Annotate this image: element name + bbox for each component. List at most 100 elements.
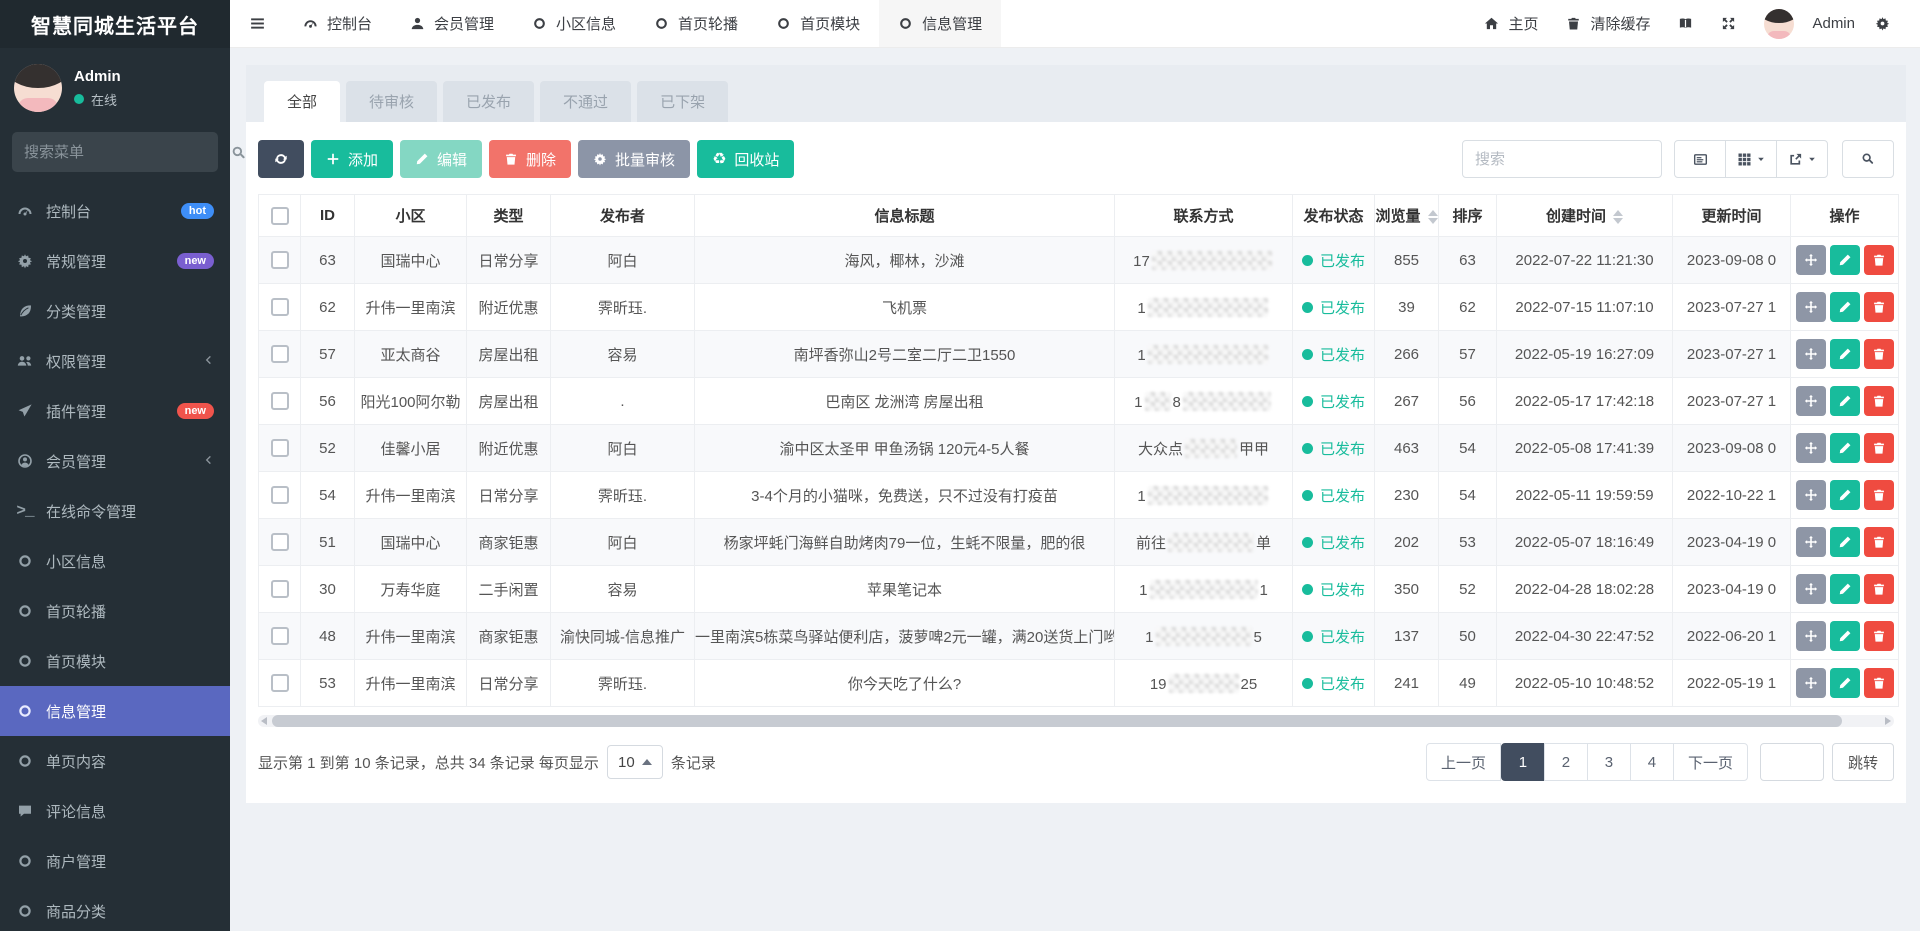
- jump-button[interactable]: 跳转: [1832, 743, 1894, 781]
- next-page-button[interactable]: 下一页: [1673, 743, 1748, 781]
- row-checkbox[interactable]: [271, 298, 289, 316]
- topnav-item-0[interactable]: 控制台: [284, 0, 391, 47]
- sidebar-item-9[interactable]: 首页模块: [0, 636, 230, 686]
- tab-1[interactable]: 待审核: [346, 81, 437, 122]
- page-button-4[interactable]: 4: [1630, 743, 1674, 781]
- delete-row-button[interactable]: [1864, 480, 1894, 510]
- scrollbar-thumb[interactable]: [272, 715, 1842, 727]
- tab-2[interactable]: 已发布: [443, 81, 534, 122]
- tab-0[interactable]: 全部: [264, 81, 340, 122]
- edit-row-button[interactable]: [1830, 527, 1860, 557]
- sidebar-item-14[interactable]: 商品分类: [0, 886, 230, 931]
- sidebar-item-7[interactable]: 小区信息: [0, 536, 230, 586]
- delete-row-button[interactable]: [1864, 433, 1894, 463]
- col-header-浏览量[interactable]: 浏览量: [1375, 195, 1439, 237]
- prev-page-button[interactable]: 上一页: [1426, 743, 1501, 781]
- table-search-input[interactable]: [1462, 140, 1662, 178]
- home-link[interactable]: 主页: [1470, 13, 1552, 34]
- row-checkbox[interactable]: [271, 251, 289, 269]
- row-checkbox[interactable]: [271, 486, 289, 504]
- edit-row-button[interactable]: [1830, 339, 1860, 369]
- edit-row-button[interactable]: [1830, 621, 1860, 651]
- sidebar-item-13[interactable]: 商户管理: [0, 836, 230, 886]
- topnav-item-1[interactable]: 会员管理: [391, 0, 513, 47]
- sort-icon[interactable]: [1428, 210, 1438, 224]
- sidebar-item-0[interactable]: 控制台hot: [0, 186, 230, 236]
- move-row-button[interactable]: [1796, 339, 1826, 369]
- batch-review-button[interactable]: 批量审核: [578, 140, 690, 178]
- tab-4[interactable]: 已下架: [637, 81, 728, 122]
- sidebar-item-12[interactable]: 评论信息: [0, 786, 230, 836]
- page-button-1[interactable]: 1: [1501, 743, 1545, 781]
- sidebar-item-2[interactable]: 分类管理: [0, 286, 230, 336]
- sidebar-item-1[interactable]: 常规管理new: [0, 236, 230, 286]
- delete-row-button[interactable]: [1864, 339, 1894, 369]
- col-header-checkbox[interactable]: [259, 195, 301, 237]
- sidebar-item-6[interactable]: >_在线命令管理: [0, 486, 230, 536]
- move-row-button[interactable]: [1796, 386, 1826, 416]
- account-menu[interactable]: Admin: [1750, 9, 1861, 39]
- delete-row-button[interactable]: [1864, 386, 1894, 416]
- columns-button[interactable]: [1725, 140, 1777, 178]
- topnav-item-2[interactable]: 小区信息: [513, 0, 635, 47]
- page-button-3[interactable]: 3: [1587, 743, 1631, 781]
- edit-row-button[interactable]: [1830, 386, 1860, 416]
- detail-view-button[interactable]: [1674, 140, 1726, 178]
- sidebar-item-10[interactable]: 信息管理: [0, 686, 230, 736]
- edit-row-button[interactable]: [1830, 292, 1860, 322]
- row-checkbox[interactable]: [271, 627, 289, 645]
- sidebar-toggle-button[interactable]: [230, 0, 284, 47]
- topnav-item-3[interactable]: 首页轮播: [635, 0, 757, 47]
- page-button-2[interactable]: 2: [1544, 743, 1588, 781]
- delete-row-button[interactable]: [1864, 245, 1894, 275]
- row-checkbox[interactable]: [271, 439, 289, 457]
- sidebar-item-5[interactable]: 会员管理: [0, 436, 230, 486]
- move-row-button[interactable]: [1796, 480, 1826, 510]
- sidebar-item-11[interactable]: 单页内容: [0, 736, 230, 786]
- search-submit-button[interactable]: [1842, 140, 1894, 178]
- edit-button[interactable]: 编辑: [400, 140, 482, 178]
- delete-row-button[interactable]: [1864, 292, 1894, 322]
- sort-icon[interactable]: [1613, 210, 1623, 224]
- edit-row-button[interactable]: [1830, 433, 1860, 463]
- menu-search-input[interactable]: [24, 144, 223, 161]
- avatar[interactable]: [14, 64, 62, 112]
- language-button[interactable]: [1664, 16, 1707, 31]
- delete-button[interactable]: 删除: [489, 140, 571, 178]
- row-checkbox[interactable]: [271, 345, 289, 363]
- move-row-button[interactable]: [1796, 433, 1826, 463]
- move-row-button[interactable]: [1796, 574, 1826, 604]
- edit-row-button[interactable]: [1830, 668, 1860, 698]
- col-header-创建时间[interactable]: 创建时间: [1497, 195, 1673, 237]
- edit-row-button[interactable]: [1830, 480, 1860, 510]
- page-size-select[interactable]: 10: [607, 745, 663, 779]
- move-row-button[interactable]: [1796, 292, 1826, 322]
- move-row-button[interactable]: [1796, 245, 1826, 275]
- tab-3[interactable]: 不通过: [540, 81, 631, 122]
- export-button[interactable]: [1776, 140, 1828, 178]
- add-button[interactable]: 添加: [311, 140, 393, 178]
- row-checkbox[interactable]: [271, 392, 289, 410]
- delete-row-button[interactable]: [1864, 527, 1894, 557]
- delete-row-button[interactable]: [1864, 668, 1894, 698]
- sidebar-item-4[interactable]: 插件管理new: [0, 386, 230, 436]
- edit-row-button[interactable]: [1830, 245, 1860, 275]
- scroll-right-icon[interactable]: [1885, 717, 1891, 725]
- row-checkbox[interactable]: [271, 674, 289, 692]
- jump-page-input[interactable]: [1760, 743, 1824, 781]
- move-row-button[interactable]: [1796, 621, 1826, 651]
- row-checkbox[interactable]: [271, 580, 289, 598]
- move-row-button[interactable]: [1796, 527, 1826, 557]
- clear-cache-button[interactable]: 清除缓存: [1552, 13, 1664, 34]
- topnav-item-5[interactable]: 信息管理: [879, 0, 1001, 47]
- delete-row-button[interactable]: [1864, 621, 1894, 651]
- select-all-checkbox[interactable]: [271, 207, 289, 225]
- scroll-left-icon[interactable]: [261, 717, 267, 725]
- topnav-item-4[interactable]: 首页模块: [757, 0, 879, 47]
- row-checkbox[interactable]: [271, 533, 289, 551]
- edit-row-button[interactable]: [1830, 574, 1860, 604]
- move-row-button[interactable]: [1796, 668, 1826, 698]
- delete-row-button[interactable]: [1864, 574, 1894, 604]
- recycle-bin-button[interactable]: ♻ 回收站: [697, 140, 794, 178]
- refresh-button[interactable]: [258, 140, 304, 178]
